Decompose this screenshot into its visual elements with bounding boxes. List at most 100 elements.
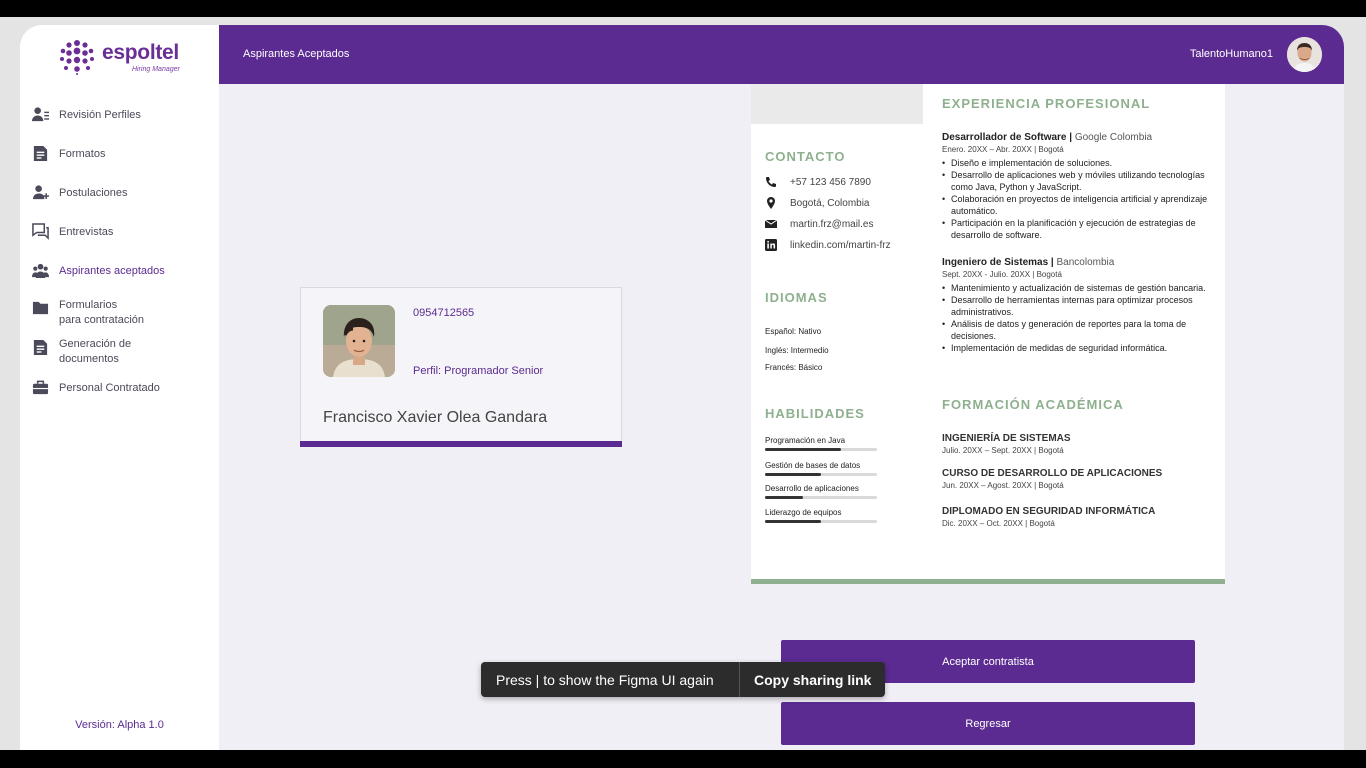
cv-footer-bar	[751, 579, 1225, 584]
cv-job-bullet: Participación en la planificación y ejec…	[942, 217, 1217, 241]
cv-skill-label: Programación en Java	[765, 436, 846, 445]
cv-job-bullet: Desarrollo de aplicaciones web y móviles…	[942, 169, 1217, 193]
cv-job-bullet: Diseño e implementación de soluciones.	[942, 157, 1217, 169]
candidate-card[interactable]: 0954712565 Perfil: Programador Senior Fr…	[300, 287, 622, 447]
sidebar-item-formularios-contratacion[interactable]: Formularios para contratación	[20, 297, 219, 329]
cv-education-title: INGENIERÍA DE SISTEMAS	[942, 433, 1071, 444]
document-icon	[33, 145, 48, 162]
version-label: Versión: Alpha 1.0	[75, 719, 164, 731]
cv-education-title: CURSO DE DESARROLLO DE APLICACIONES	[942, 468, 1163, 479]
phone-icon	[766, 177, 776, 187]
cv-job: Desarrollador de Software | Google Colom…	[942, 132, 1217, 241]
cv-skills-heading: HABILIDADES	[765, 406, 865, 421]
cv-education-item: CURSO DE DESARROLLO DE APLICACIONES Jun.…	[942, 468, 1162, 490]
cv-skill-item: Programación en Java	[765, 436, 877, 451]
team-icon	[32, 263, 49, 279]
cv-skill-fill	[765, 520, 821, 523]
cv-job-bullet: Desarrollo de herramientas internas para…	[942, 294, 1217, 318]
logo-mark-icon	[60, 40, 94, 75]
cv-job-company: Google Colombia	[1074, 132, 1153, 143]
cv-language-item: Español: Nativo	[765, 327, 822, 336]
user-avatar-icon	[1287, 37, 1322, 72]
cv-skill-item: Desarrollo de aplicaciones	[765, 484, 877, 499]
sidebar-item-generacion-documentos[interactable]: Generación de documentos	[20, 336, 219, 368]
mail-icon	[765, 219, 777, 228]
cv-skill-label: Liderazgo de equipos	[765, 508, 842, 517]
sidebar-item-label: Generación de documentos	[59, 338, 132, 365]
chat-icon	[32, 223, 49, 240]
sidebar-item-entrevistas[interactable]: Entrevistas	[20, 220, 219, 244]
logo: espoltel Hiring Manager	[58, 39, 188, 77]
app-window: espoltel Hiring Manager Revisión Perfile…	[20, 25, 1344, 750]
cv-education-heading: FORMACIÓN ACADÉMICA	[942, 397, 1124, 412]
cv-job-meta: Sept. 20XX - Julio. 20XX | Bogotá	[942, 270, 1062, 279]
screen-top-border	[0, 0, 1366, 17]
cv-education-item: DIPLOMADO EN SEGURIDAD INFORMÁTICA Dic. …	[942, 506, 1155, 528]
cv-education-item: INGENIERÍA DE SISTEMAS Julio. 20XX – Sep…	[942, 433, 1071, 455]
sidebar-item-aspirantes-aceptados[interactable]: Aspirantes aceptados	[20, 259, 219, 283]
cv-skill-bar	[765, 496, 877, 499]
cv-job-company: Bancolombia	[1056, 257, 1115, 268]
cv-skill-label: Desarrollo de aplicaciones	[765, 484, 859, 493]
avatar[interactable]	[1287, 37, 1322, 72]
folder-icon	[32, 301, 49, 315]
cv-languages-heading: IDIOMAS	[765, 290, 828, 305]
cv-language-item: Inglés: Intermedio	[765, 346, 829, 355]
cv-contact-location: Bogotá, Colombia	[765, 197, 870, 209]
candidate-photo	[323, 305, 395, 377]
copy-sharing-link-button[interactable]: Copy sharing link	[740, 672, 871, 688]
cv-education-meta: Jun. 20XX – Agost. 20XX | Bogotá	[942, 481, 1064, 490]
cv-header-block	[751, 84, 923, 124]
cv-skill-bar	[765, 448, 877, 451]
sidebar-item-label: Personal Contratado	[59, 382, 160, 394]
sidebar-item-label: Postulaciones	[59, 187, 128, 199]
candidate-portrait-icon	[323, 305, 395, 377]
cv-job-bullet: Colaboración en proyectos de inteligenci…	[942, 193, 1217, 217]
logo-text: espoltel	[102, 41, 179, 64]
candidate-profile: Perfil: Programador Senior	[413, 365, 544, 377]
cv-job-title: Ingeniero de Sistemas | Bancolombia	[942, 257, 1115, 268]
cv-education-meta: Dic. 20XX – Oct. 20XX | Bogotá	[942, 519, 1055, 528]
sidebar-item-label: Entrevistas	[59, 226, 114, 238]
user-name[interactable]: TalentoHumano1	[1190, 48, 1273, 60]
linkedin-icon	[765, 239, 777, 251]
cv-education-meta: Julio. 20XX – Sept. 20XX | Bogotá	[942, 446, 1064, 455]
cv-contact-phone: +57 123 456 7890	[765, 176, 871, 188]
cv-skill-bar	[765, 520, 877, 523]
cv-job-bullet: Mantenimiento y actualización de sistema…	[942, 282, 1217, 294]
cv-education-title: DIPLOMADO EN SEGURIDAD INFORMÁTICA	[942, 506, 1156, 517]
cv-job-bullet: Análisis de datos y generación de report…	[942, 318, 1217, 342]
cv-skill-fill	[765, 448, 842, 451]
cv-job-role: Desarrollador de Software	[942, 132, 1067, 143]
cv-job-bullets: Diseño e implementación de soluciones. D…	[942, 157, 1217, 241]
sidebar-item-label: Formularios para contratación	[59, 299, 144, 326]
cv-skill-bar	[765, 473, 877, 476]
cv-skill-item: Liderazgo de equipos	[765, 508, 877, 523]
sidebar-item-label: Formatos	[59, 148, 106, 160]
cv-contact-text: Bogotá, Colombia	[790, 197, 870, 209]
sidebar-item-formatos[interactable]: Formatos	[20, 142, 219, 166]
back-button[interactable]: Regresar	[781, 702, 1195, 745]
cv-job: Ingeniero de Sistemas | Bancolombia Sept…	[942, 257, 1217, 354]
document-icon	[33, 339, 48, 356]
logo-subtitle: Hiring Manager	[132, 66, 180, 73]
cv-contact-heading: CONTACTO	[765, 149, 846, 164]
sidebar-item-label: Aspirantes aceptados	[59, 265, 165, 277]
card-accent-bar	[300, 441, 622, 447]
candidate-name: Francisco Xavier Olea Gandara	[323, 409, 548, 426]
cv-job-bullets: Mantenimiento y actualización de sistema…	[942, 282, 1217, 354]
cv-experience-heading: EXPERIENCIA PROFESIONAL	[942, 96, 1151, 111]
location-icon	[767, 197, 775, 209]
cv-job-bullet: Implementación de medidas de seguridad i…	[942, 342, 1217, 354]
cv-job-title: Desarrollador de Software | Google Colom…	[942, 132, 1153, 143]
sidebar-item-revision-perfiles[interactable]: Revisión Perfiles	[20, 103, 219, 127]
cv-contact-email: martin.frz@mail.es	[765, 218, 874, 230]
sidebar-item-personal-contratado[interactable]: Personal Contratado	[20, 376, 219, 400]
sidebar-item-postulaciones[interactable]: Postulaciones	[20, 181, 219, 205]
cv-skill-fill	[765, 473, 821, 476]
cv-skill-item: Gestión de bases de datos	[765, 461, 877, 476]
cv-contact-text: +57 123 456 7890	[790, 176, 871, 188]
sidebar: espoltel Hiring Manager Revisión Perfile…	[20, 25, 219, 750]
cv-contact-text: martin.frz@mail.es	[790, 218, 874, 230]
page-title: Aspirantes Aceptados	[243, 48, 350, 60]
